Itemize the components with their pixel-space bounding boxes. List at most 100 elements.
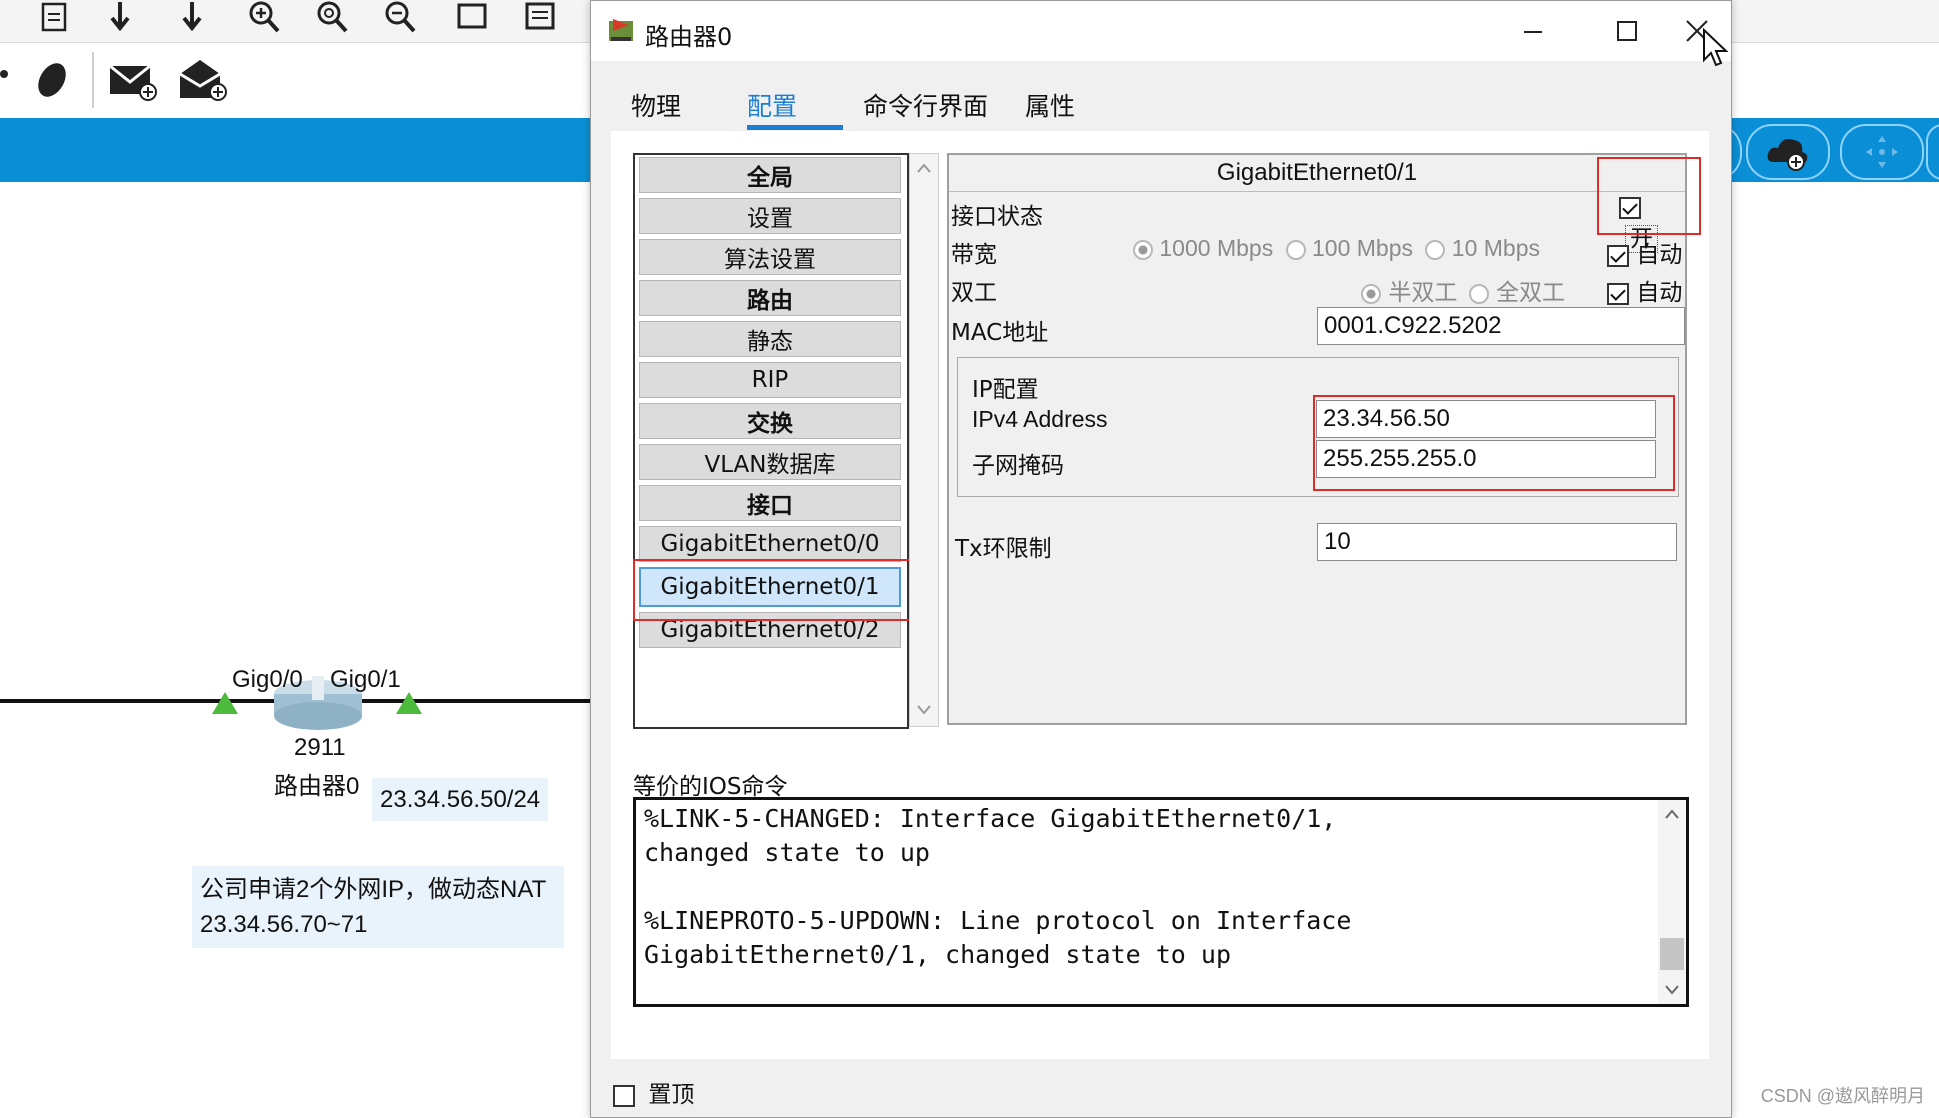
highlight-selected-interface [633,559,913,621]
ios-command-console[interactable]: %LINK-5-CHANGED: Interface GigabitEthern… [633,797,1689,1007]
radio-10mbps[interactable] [1425,239,1446,260]
bandwidth-auto-label: 自动 [1636,242,1683,268]
nav-item-rip[interactable]: RIP [639,362,901,398]
nav-header-routing[interactable]: 路由 [639,280,901,316]
port-label-gig0-1: Gig0/1 [330,666,401,693]
router-app-icon [607,17,635,49]
toolbar-divider [92,52,94,108]
tx-ring-limit-label: Tx环限制 [955,536,1052,562]
config-nav-list: 全局 设置 算法设置 路由 静态 RIP 交换 VLAN数据库 接口 Gigab… [633,153,909,729]
full-duplex-label: 全双工 [1495,280,1565,306]
console-line: changed state to up [644,838,930,867]
watermark: CSDN @遨风醉明月 [1760,1086,1925,1106]
nav-item-gig0-0[interactable]: GigabitEthernet0/0 [639,526,901,562]
maximize-button[interactable] [1597,9,1657,53]
device-model-label: 2911 [294,734,346,761]
bandwidth-auto-checkbox[interactable] [1607,244,1629,267]
link-up-triangle-icon [212,692,238,718]
arrow-down-icon[interactable] [172,0,212,34]
draw-shape-icon[interactable] [32,58,72,106]
link-up-triangle-icon [396,692,422,718]
tab-cli[interactable]: 命令行界面 [863,87,988,123]
mac-address-field[interactable]: 0001.C922.5202 [1317,307,1685,345]
nav-header-switching[interactable]: 交换 [639,403,901,439]
zoom-out-icon[interactable] [380,0,420,34]
scroll-up-icon [917,163,931,173]
tab-physical[interactable]: 物理 [631,87,681,123]
dialog-title: 路由器0 [645,23,733,51]
duplex-options: 半双工 全双工 [1361,273,1565,307]
radio-full-duplex[interactable] [1468,283,1489,304]
nav-item-static[interactable]: 静态 [639,321,901,357]
console-scrollbar[interactable] [1658,800,1686,1004]
console-scroll-thumb[interactable] [1660,938,1684,970]
more-icon[interactable] [1926,124,1939,180]
cloud-add-icon[interactable] [1746,124,1830,180]
nav-scrollbar[interactable] [909,153,939,727]
tx-ring-limit-input[interactable]: 10 [1317,523,1677,561]
move-icon[interactable] [1840,124,1924,180]
document-icon[interactable] [34,0,74,34]
duplex-auto-label: 自动 [1636,280,1683,306]
nav-item-settings[interactable]: 设置 [639,198,901,234]
bandwidth-100-label: 100 Mbps [1311,235,1413,261]
radio-1000mbps[interactable] [1133,239,1153,260]
nav-header-global[interactable]: 全局 [639,157,901,193]
minimize-button[interactable] [1503,9,1563,53]
notes-icon[interactable] [520,0,560,34]
scroll-down-icon [1665,985,1679,995]
ip-note[interactable]: 23.34.56.50/24 [372,778,549,821]
add-complex-pdu-icon[interactable] [176,56,228,106]
nav-item-vlan-database[interactable]: VLAN数据库 [639,444,901,480]
nat-note[interactable]: 公司申请2个外网IP，做动态NAT 23.34.56.70~71 [192,866,564,948]
zoom-reset-icon[interactable] [312,0,352,34]
scroll-up-icon [1665,809,1679,819]
dialog-titlebar[interactable]: 路由器0 [591,1,1731,61]
bandwidth-10-label: 10 Mbps [1451,235,1540,261]
maximize-icon [1617,21,1637,41]
radio-half-duplex[interactable] [1361,283,1381,304]
zoom-in-icon[interactable] [244,0,284,34]
subnet-mask-label: 子网掩码 [972,453,1064,479]
bandwidth-label: 带宽 [951,242,997,268]
duplex-auto-checkbox[interactable] [1607,282,1629,305]
router-config-dialog: 路由器0 物理 配置 命令行界面 属性 全局 设置 算法设置 路由 静态 RIP… [590,0,1732,1118]
network-link-dashed[interactable] [440,699,590,703]
tab-config[interactable]: 配置 [747,87,797,123]
console-line: %LINEPROTO-5-UPDOWN: Line protocol on In… [644,906,1352,935]
bandwidth-1000-label: 1000 Mbps [1159,235,1274,261]
highlight-ip-config [1313,395,1675,491]
console-line: GigabitEthernet0/1, changed state to up [644,940,1231,969]
highlight-port-status [1597,157,1701,235]
nav-item-algorithm-settings[interactable]: 算法设置 [639,239,901,275]
console-line: %LINK-5-CHANGED: Interface GigabitEthern… [644,804,1337,833]
port-status-label: 接口状态 [951,204,1043,230]
dot-icon [0,70,8,78]
nat-note-line2: 23.34.56.70~71 [200,911,368,938]
scroll-down-icon [917,705,931,715]
minimize-icon [1524,31,1542,33]
secondary-toolbar [0,48,600,120]
nav-header-interface[interactable]: 接口 [639,485,901,521]
mac-address-label: MAC地址 [951,320,1049,346]
interface-title: GigabitEthernet0/1 [949,155,1685,192]
tab-attributes[interactable]: 属性 [1025,87,1075,123]
duplex-auto[interactable]: 自动 [1607,273,1682,307]
ios-commands-label: 等价的IOS命令 [633,774,788,800]
half-duplex-label: 半双工 [1388,280,1458,306]
duplex-label: 双工 [951,280,997,306]
active-tab-indicator [747,125,843,130]
radio-100mbps[interactable] [1285,239,1306,260]
mouse-cursor-icon [1702,27,1729,72]
add-pdu-icon[interactable] [108,60,158,106]
rectangle-icon[interactable] [452,0,492,34]
device-name-label: 路由器0 [274,773,360,800]
arrow-down-icon[interactable] [100,0,140,34]
ip-config-label: IP配置 [972,377,1039,403]
port-label-gig0-0: Gig0/0 [232,666,303,693]
always-on-top[interactable]: 置顶 [613,1075,694,1109]
bandwidth-options: 1000 Mbps 100 Mbps 10 Mbps [1133,235,1540,262]
always-on-top-checkbox[interactable] [613,1084,635,1107]
nat-note-line1: 公司申请2个外网IP，做动态NAT [200,876,547,903]
bandwidth-auto[interactable]: 自动 [1607,235,1682,269]
